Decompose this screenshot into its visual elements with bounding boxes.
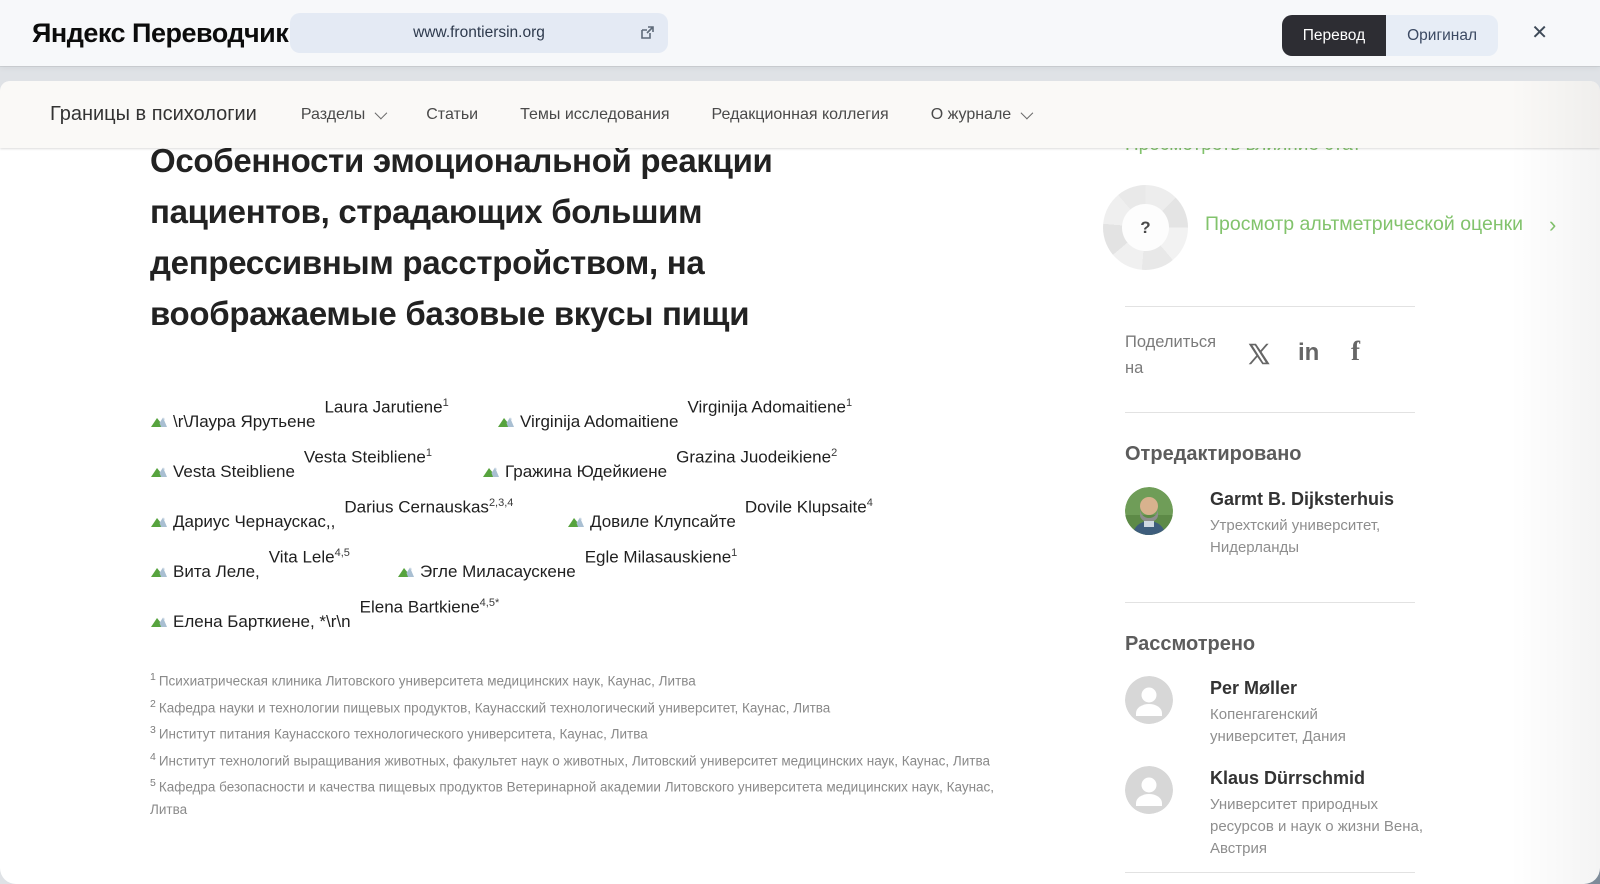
- nav-item-editorial-board[interactable]: Редакционная коллегия: [712, 106, 889, 124]
- author-name-ru[interactable]: Вита Леле,: [173, 562, 260, 582]
- divider: [1125, 872, 1415, 873]
- person-avatar-placeholder-icon[interactable]: [1125, 766, 1173, 814]
- author-name-en[interactable]: Darius Cernauskas2,3,4: [344, 497, 513, 518]
- author-name-en[interactable]: Vesta Steibliene1: [304, 447, 432, 468]
- divider: [1125, 306, 1415, 307]
- author-name-ru[interactable]: Эгле Миласаускене: [420, 562, 576, 582]
- translator-bar: Яндекс Переводчик www.frontiersin.org Пе…: [0, 0, 1600, 66]
- edited-by-heading: Отредактировано: [1125, 443, 1302, 465]
- author-name-ru[interactable]: Довиле Клупсайте: [590, 512, 736, 532]
- broken-image-icon: [150, 564, 171, 580]
- author-item[interactable]: Vesta Steibliene Vesta Steibliene1: [150, 446, 432, 482]
- share-on-label: Поделиться на: [1125, 333, 1217, 377]
- chevron-down-icon: [1020, 106, 1034, 120]
- original-tab[interactable]: Оригинал: [1386, 15, 1498, 56]
- author-name-en[interactable]: Egle Milasauskiene1: [585, 547, 738, 568]
- affiliation-item: 4 Институт технологий выращивания животны…: [150, 750, 991, 769]
- broken-image-icon: [482, 464, 503, 480]
- author-name-ru[interactable]: Гражина Юдейкиене: [505, 462, 667, 482]
- chevron-right-icon[interactable]: ›: [1549, 212, 1556, 238]
- author-name-ru[interactable]: Vesta Steibliene: [173, 462, 295, 482]
- nav-item-sections[interactable]: Разделы: [301, 106, 388, 124]
- author-affil-sup: 1: [442, 397, 449, 410]
- share-facebook-icon[interactable]: f: [1351, 336, 1360, 367]
- author-affil-sup: 2,3,4: [488, 497, 514, 510]
- affiliation-item: 2 Кафедра науки и технологии пищевых прод…: [150, 697, 831, 716]
- share-linkedin-icon[interactable]: in: [1298, 339, 1319, 367]
- author-item[interactable]: Елена Барткиене, *\r\n Elena Bartkiene4,…: [150, 596, 499, 632]
- affiliation-item: 5 Кафедра безопасности и качества пищевых…: [150, 777, 995, 817]
- author-item[interactable]: Дариус Чернаускас,, Darius Cernauskas2,3…: [150, 496, 513, 532]
- view-altmetric-link[interactable]: Просмотр альтметрической оценки: [1205, 213, 1523, 236]
- author-affil-sup: 2: [831, 447, 838, 460]
- altmetric-donut[interactable]: ?: [1103, 185, 1188, 270]
- journal-title[interactable]: Границы в психологии: [50, 103, 257, 126]
- yandex-translate-logo[interactable]: Яндекс Переводчик: [32, 18, 289, 49]
- author-affil-sup: 1: [425, 447, 432, 460]
- author-name-ru[interactable]: Virginija Adomaitiene: [520, 412, 678, 432]
- editor-affiliation: Утрехтский университет, Нидерланды: [1210, 517, 1381, 556]
- share-x-icon[interactable]: [1246, 341, 1272, 372]
- card-right-shadow: [1510, 81, 1600, 884]
- reviewer-item: Klaus Dürrschmid Университет природных р…: [1125, 766, 1425, 876]
- divider: [1125, 412, 1415, 413]
- author-affil-sup: 4,5*: [479, 597, 500, 610]
- reviewed-by-heading: Рассмотрено: [1125, 633, 1256, 655]
- affiliations-list: 1 Психиатрическая клиника Литовского унив…: [150, 666, 1002, 821]
- article-title: Особенности эмоциональной реакции пациен…: [150, 142, 773, 332]
- author-item[interactable]: Virginija Adomaitiene Virginija Adomaiti…: [497, 396, 852, 432]
- affiliation-item: 1 Психиатрическая клиника Литовского унив…: [150, 671, 696, 689]
- broken-image-icon: [497, 414, 518, 430]
- nav-item-articles[interactable]: Статьи: [426, 106, 478, 124]
- author-item[interactable]: Гражина Юдейкиене Grazina Juodeikiene2: [482, 446, 837, 482]
- broken-image-icon: [150, 414, 171, 430]
- author-name-en[interactable]: Grazina Juodeikiene2: [676, 447, 837, 468]
- journal-nav: Границы в психологии Разделы Статьи Темы…: [0, 81, 1600, 148]
- divider: [1125, 602, 1415, 603]
- broken-image-icon: [150, 464, 171, 480]
- author-name-en[interactable]: Dovile Klupsaite4: [745, 497, 873, 518]
- close-icon[interactable]: ✕: [1531, 21, 1548, 45]
- broken-image-icon: [150, 514, 171, 530]
- affiliation-item: 3 Институт питания Каунасского технологич…: [150, 724, 648, 742]
- external-link-icon[interactable]: [639, 25, 655, 41]
- translated-url[interactable]: www.frontiersin.org: [413, 24, 545, 42]
- chevron-down-icon: [374, 106, 388, 120]
- person-avatar-placeholder-icon[interactable]: [1125, 676, 1173, 724]
- broken-image-icon: [567, 514, 588, 530]
- author-affil-sup: 1: [845, 397, 853, 410]
- author-name-en[interactable]: Virginija Adomaitiene1: [687, 397, 852, 418]
- translate-toggle: Перевод Оригинал: [1281, 15, 1498, 56]
- author-name-ru[interactable]: Дариус Чернаускас,,: [173, 512, 335, 532]
- author-item[interactable]: Довиле Клупсайте Dovile Klupsaite4: [567, 496, 873, 532]
- editor-name[interactable]: Garmt B. Dijksterhuis: [1210, 489, 1394, 510]
- author-name-en[interactable]: Laura Jarutiene1: [324, 397, 448, 418]
- author-name-ru[interactable]: \r\Лаура Ярутьене: [173, 412, 315, 432]
- author-item[interactable]: Эгле Миласаускене Egle Milasauskiene1: [397, 546, 737, 582]
- editor-avatar[interactable]: [1125, 487, 1173, 535]
- author-item[interactable]: Вита Леле, Vita Lele4,5: [150, 546, 350, 582]
- nav-item-research-topics[interactable]: Темы исследования: [520, 106, 669, 124]
- reviewer-affiliation: Университет природных ресурсов и наук о …: [1210, 796, 1424, 857]
- altmetric-question-mark: ?: [1122, 204, 1169, 251]
- author-name-en[interactable]: Vita Lele4,5: [269, 547, 350, 568]
- editor-item: Garmt B. Dijksterhuis Утрехтский универс…: [1125, 487, 1425, 587]
- reviewer-item: Per Møller Копенгагенский университет, Д…: [1125, 676, 1425, 766]
- nav-item-about[interactable]: О журнале: [931, 106, 1034, 124]
- translated-page: Особенности эмоциональной реакции пациен…: [0, 81, 1600, 884]
- reviewer-name[interactable]: Per Møller: [1210, 678, 1297, 699]
- author-name-ru[interactable]: Елена Барткиене, *\r\n: [173, 612, 351, 632]
- translated-tab[interactable]: Перевод: [1281, 15, 1387, 56]
- author-affil-sup: 1: [731, 547, 738, 560]
- reviewer-name[interactable]: Klaus Dürrschmid: [1210, 768, 1365, 789]
- broken-image-icon: [397, 564, 418, 580]
- broken-image-icon: [150, 614, 171, 630]
- author-affil-sup: 4: [866, 497, 873, 510]
- author-name-en[interactable]: Elena Bartkiene4,5*: [360, 597, 500, 618]
- author-affil-sup: 4,5: [334, 547, 350, 560]
- translated-url-pill[interactable]: www.frontiersin.org: [290, 13, 668, 53]
- author-item[interactable]: \r\Лаура Ярутьене Laura Jarutiene1: [150, 396, 449, 432]
- reviewer-affiliation: Копенгагенский университет, Дания: [1210, 706, 1346, 745]
